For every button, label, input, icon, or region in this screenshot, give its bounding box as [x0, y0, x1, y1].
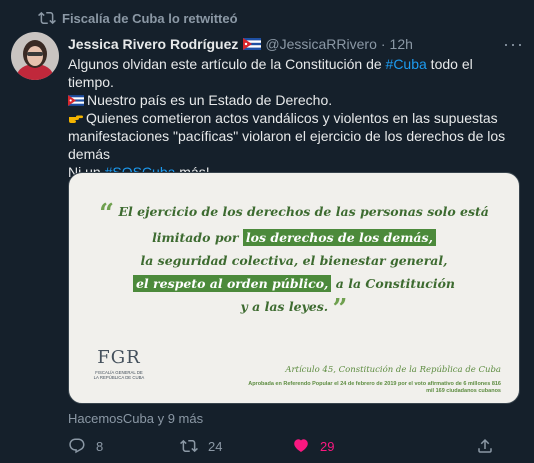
author-name[interactable]: Jessica Rivero Rodríguez	[68, 36, 238, 52]
tweet-text-segment: Algunos olvidan este artículo de la Cons…	[68, 56, 386, 72]
quote-text: limitado por	[152, 230, 243, 245]
constitution-quote: “ El ejercicio de los derechos de las pe…	[69, 199, 519, 324]
tweet-time[interactable]: 12h	[390, 36, 413, 52]
quote-text: y a las leyes.	[240, 299, 329, 314]
quote-line-3: la seguridad colectiva, el bienestar gen…	[69, 249, 519, 272]
fgr-logo-subtitle: FISCALÍA GENERAL DE LA REPÚBLICA DE CUBA	[93, 370, 145, 380]
like-button[interactable]: 29	[292, 437, 404, 455]
like-count: 29	[320, 438, 335, 454]
tweet-line-2: Nuestro país es un Estado de Derecho.	[68, 91, 518, 109]
share-icon	[478, 438, 492, 453]
reply-count: 8	[96, 438, 104, 454]
retweet-icon	[38, 11, 56, 25]
quote-line-4: el respeto al orden público, a la Consti…	[69, 272, 519, 295]
hashtag-cuba[interactable]: #Cuba	[386, 56, 427, 72]
separator-dot: ·	[380, 36, 386, 52]
author-handle[interactable]: @JessicaRRivero	[265, 36, 376, 52]
media-card[interactable]: “ El ejercicio de los derechos de las pe…	[68, 172, 520, 404]
quote-line-2: limitado por los derechos de los demás,	[69, 226, 519, 249]
heart-icon	[294, 439, 308, 452]
via-accounts[interactable]: HacemosCuba y 9 más	[68, 411, 203, 426]
quote-line-1: “ El ejercicio de los derechos de las pe…	[69, 199, 519, 229]
close-quote-mark: ”	[332, 294, 348, 324]
retweet-button[interactable]: 24	[180, 437, 292, 455]
retweet-context-text: Fiscalía de Cuba lo retwitteó	[62, 10, 238, 26]
tweet-actions: 8 24 29	[68, 436, 508, 456]
quote-highlight: los derechos de los demás,	[242, 229, 436, 246]
retweet-count: 24	[208, 438, 223, 454]
reply-button[interactable]: 8	[68, 437, 180, 455]
retweet-context[interactable]: Fiscalía de Cuba lo retwitteó	[38, 9, 238, 27]
fgr-logo-letters: FGR	[97, 347, 141, 368]
pointing-hand-icon	[69, 115, 83, 123]
tweet-line-3: Quienes cometieron actos vandálicos y vi…	[68, 109, 518, 163]
quote-text: a la Constitución	[331, 276, 455, 291]
quote-text: la seguridad colectiva, el bienestar gen…	[140, 253, 448, 268]
tweet-text-segment: Quienes cometieron actos vandálicos y vi…	[68, 110, 506, 162]
tweet-header: Jessica Rivero Rodríguez @JessicaRRivero…	[68, 34, 524, 54]
approval-note: Aprobada en Referendo Popular el 24 de f…	[248, 381, 501, 394]
quote-highlight: el respeto al orden público,	[132, 275, 332, 292]
cuba-flag-icon	[68, 95, 84, 106]
cuba-flag-icon	[243, 38, 262, 50]
quote-line-5: y a las leyes. ”	[69, 294, 519, 324]
avatar[interactable]	[11, 32, 59, 80]
quote-text: El ejercicio de los derechos de las pers…	[118, 204, 489, 219]
retweet-icon	[180, 439, 198, 453]
tweet-text: Algunos olvidan este artículo de la Cons…	[68, 55, 518, 181]
avatar-photo	[11, 32, 59, 80]
more-options-icon[interactable]: ···	[503, 34, 524, 55]
fgr-logo: FGR FISCALÍA GENERAL DE LA REPÚBLICA DE …	[92, 347, 146, 391]
tweet-text-segment: Nuestro país es un Estado de Derecho.	[87, 92, 333, 108]
reply-icon	[69, 438, 85, 454]
tweet-line-1: Algunos olvidan este artículo de la Cons…	[68, 55, 518, 91]
open-quote-mark: “	[99, 199, 115, 229]
share-button[interactable]	[476, 437, 494, 455]
article-citation: Artículo 45, Constitución de la Repúblic…	[285, 365, 501, 375]
